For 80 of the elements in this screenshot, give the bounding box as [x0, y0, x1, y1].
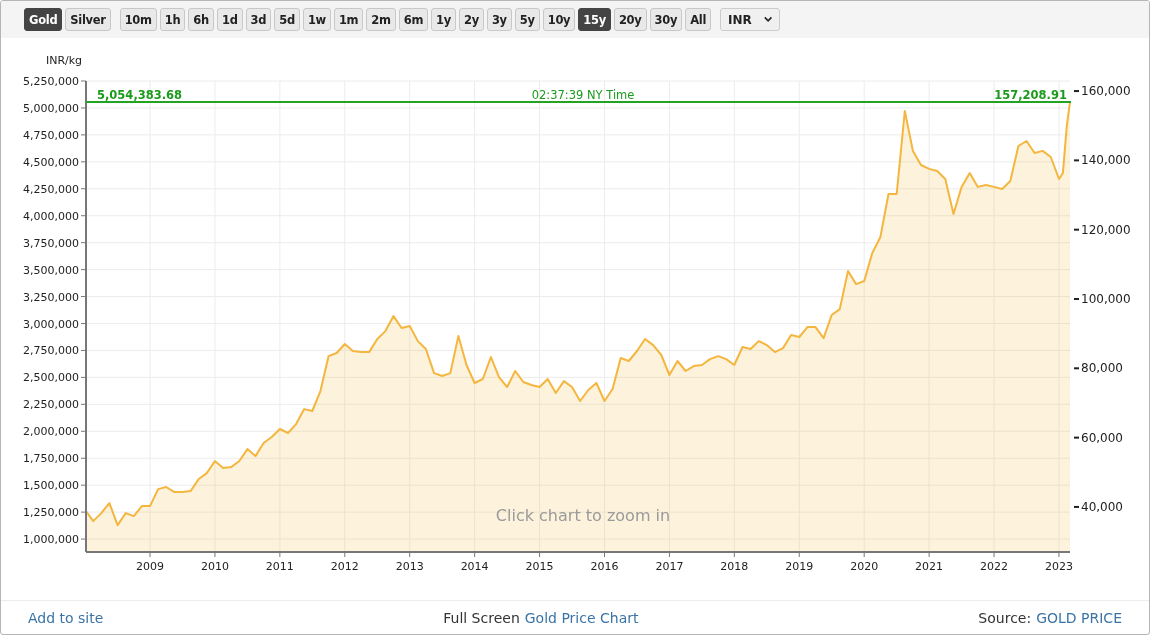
x-tick-label: 2023 — [1044, 560, 1073, 573]
range-button[interactable]: 10y — [542, 8, 576, 31]
y-tick-label: 2,500,000 — [23, 371, 79, 385]
y-tick-label: 1,500,000 — [23, 479, 79, 493]
y-tick-label: 2,000,000 — [23, 425, 79, 439]
range-button[interactable]: All — [685, 8, 712, 31]
y-tick-label: 1,250,000 — [23, 506, 79, 520]
right-tick-label: 140,000 — [1081, 153, 1131, 168]
tick-mark — [1074, 367, 1079, 370]
x-tick-label: 2016 — [590, 560, 619, 573]
y-tick-label: 3,000,000 — [23, 317, 79, 331]
range-button[interactable]: 6h — [188, 8, 214, 31]
right-tick-label: 80,000 — [1081, 361, 1123, 376]
x-tick-label: 2011 — [265, 560, 294, 573]
y-tick-label: 5,250,000 — [23, 75, 79, 88]
y-tick-label: 3,250,000 — [23, 290, 79, 304]
y-tick-label: 1,000,000 — [23, 533, 79, 547]
source-link[interactable]: GOLD PRICE — [1036, 609, 1122, 626]
y-tick-label: 2,250,000 — [23, 398, 79, 412]
metal-tab[interactable]: Silver — [65, 8, 111, 31]
y-tick-label: 1,750,000 — [23, 452, 79, 466]
x-tick-label: 2013 — [395, 560, 424, 573]
x-tick-label: 2009 — [136, 560, 164, 573]
range-button[interactable]: 1w — [302, 8, 331, 31]
metal-tab[interactable]: Gold — [24, 8, 63, 31]
tick-mark — [1074, 298, 1079, 300]
range-button[interactable]: 5d — [274, 8, 300, 31]
y-tick-label: 4,500,000 — [23, 155, 79, 169]
tick-mark — [1074, 90, 1079, 93]
x-tick-label: 2017 — [655, 560, 684, 573]
y-tick-label: 2,750,000 — [23, 344, 79, 358]
right-tick-label: 120,000 — [1081, 222, 1131, 237]
range-button[interactable]: 3y — [486, 8, 512, 31]
tick-mark — [1074, 436, 1079, 439]
range-button[interactable]: 20y — [613, 8, 647, 31]
right-tick-label: 160,000 — [1081, 84, 1131, 99]
x-tick-label: 2020 — [850, 560, 879, 573]
x-tick-label: 2012 — [330, 560, 359, 573]
y-tick-label: 4,750,000 — [23, 128, 79, 142]
source-label: Source: — [978, 609, 1032, 626]
range-button[interactable]: 30y — [649, 8, 683, 31]
range-button[interactable]: 3d — [245, 8, 272, 31]
y-tick-label: 4,250,000 — [23, 182, 79, 196]
zoom-hint: Click chart to zoom in — [495, 506, 671, 525]
x-tick-label: 2015 — [525, 560, 554, 573]
range-button[interactable]: 1m — [333, 8, 364, 31]
y-tick-label: 3,750,000 — [23, 236, 79, 250]
right-tick-label: 100,000 — [1081, 292, 1131, 306]
right-tick-label: 60,000 — [1081, 430, 1123, 445]
currency-select[interactable]: INR — [720, 8, 781, 31]
add-to-site-link[interactable]: Add to site — [28, 609, 104, 626]
y-tick-label: 5,000,000 — [23, 101, 79, 115]
x-tick-label: 2021 — [915, 560, 944, 573]
y-tick-label: 3,500,000 — [23, 263, 79, 277]
x-tick-label: 2010 — [200, 560, 229, 573]
x-tick-label: 2018 — [720, 560, 749, 573]
range-button[interactable]: 1h — [159, 8, 186, 31]
chart-link[interactable]: Gold Price Chart — [524, 609, 639, 626]
x-tick-label: 2014 — [460, 560, 489, 573]
range-button[interactable]: 2y — [459, 8, 484, 31]
range-button[interactable]: 2m — [366, 8, 396, 31]
price-label: 157,208.91 — [994, 88, 1067, 103]
x-tick-label: 2019 — [785, 560, 814, 573]
x-tick-label: 2022 — [980, 560, 1009, 573]
range-button[interactable]: 1y — [431, 8, 456, 31]
range-button[interactable]: 6m — [398, 8, 429, 31]
price-label: 5,054,383.68 — [97, 88, 183, 103]
tick-mark — [1074, 505, 1079, 508]
range-button[interactable]: 5y — [514, 8, 540, 31]
range-button[interactable]: 1d — [216, 8, 243, 31]
chevron-down-icon — [763, 16, 773, 23]
right-tick-label: 40,000 — [1081, 499, 1123, 514]
y-axis-title: INR/kg — [45, 54, 83, 67]
fullscreen-label: Full Screen — [443, 609, 520, 626]
range-button[interactable]: 15y — [578, 8, 611, 31]
range-button[interactable]: 10m — [119, 8, 157, 31]
tick-mark — [1074, 228, 1079, 231]
time-label: 02:37:39 NY Time — [531, 88, 635, 103]
tick-mark — [1074, 159, 1079, 162]
y-tick-label: 4,000,000 — [23, 209, 79, 223]
